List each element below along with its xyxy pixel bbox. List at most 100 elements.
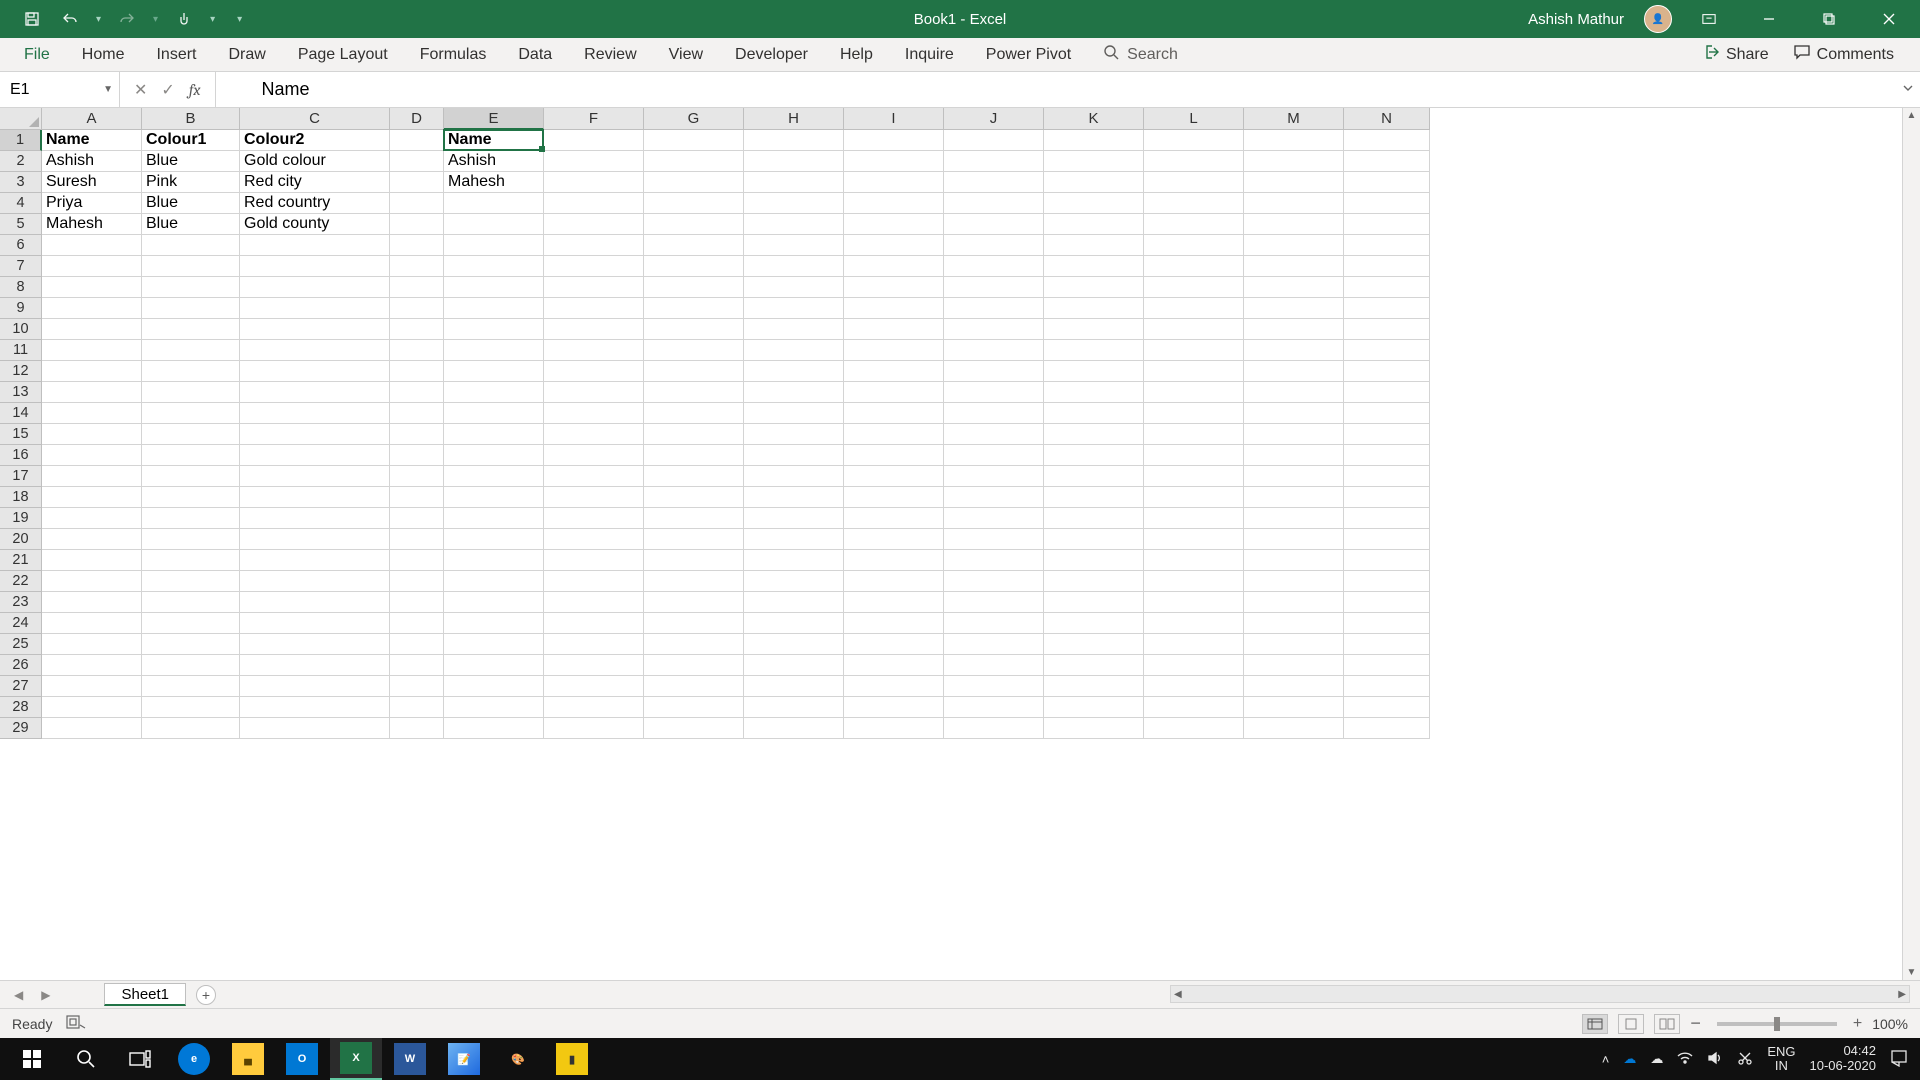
- cell-L9[interactable]: [1144, 298, 1244, 319]
- cell-C19[interactable]: [240, 508, 390, 529]
- cell-J2[interactable]: [944, 151, 1044, 172]
- cell-D21[interactable]: [390, 550, 444, 571]
- cell-E15[interactable]: [444, 424, 544, 445]
- cell-K10[interactable]: [1044, 319, 1144, 340]
- row-header[interactable]: 23: [0, 592, 42, 613]
- cell-M21[interactable]: [1244, 550, 1344, 571]
- cell-C15[interactable]: [240, 424, 390, 445]
- customize-qat-icon[interactable]: ▾: [237, 14, 242, 25]
- cell-A20[interactable]: [42, 529, 142, 550]
- cell-I5[interactable]: [844, 214, 944, 235]
- cell-K3[interactable]: [1044, 172, 1144, 193]
- cell-L23[interactable]: [1144, 592, 1244, 613]
- cell-L19[interactable]: [1144, 508, 1244, 529]
- scroll-down-icon[interactable]: ▼: [1907, 967, 1917, 978]
- cell-L3[interactable]: [1144, 172, 1244, 193]
- cell-D14[interactable]: [390, 403, 444, 424]
- cell-F15[interactable]: [544, 424, 644, 445]
- cell-C28[interactable]: [240, 697, 390, 718]
- cell-H7[interactable]: [744, 256, 844, 277]
- cell-G28[interactable]: [644, 697, 744, 718]
- cell-K9[interactable]: [1044, 298, 1144, 319]
- cell-C26[interactable]: [240, 655, 390, 676]
- vertical-scrollbar[interactable]: ▲ ▼: [1902, 108, 1920, 980]
- row-header[interactable]: 4: [0, 193, 42, 214]
- cell-I13[interactable]: [844, 382, 944, 403]
- cell-B29[interactable]: [142, 718, 240, 739]
- cell-J7[interactable]: [944, 256, 1044, 277]
- cell-H12[interactable]: [744, 361, 844, 382]
- cell-B12[interactable]: [142, 361, 240, 382]
- cell-G6[interactable]: [644, 235, 744, 256]
- cell-K8[interactable]: [1044, 277, 1144, 298]
- cell-J17[interactable]: [944, 466, 1044, 487]
- name-box[interactable]: E1 ▼: [0, 72, 120, 107]
- column-header[interactable]: C: [240, 108, 390, 130]
- cell-E26[interactable]: [444, 655, 544, 676]
- cell-I25[interactable]: [844, 634, 944, 655]
- cell-K25[interactable]: [1044, 634, 1144, 655]
- cell-N1[interactable]: [1344, 130, 1430, 151]
- cell-C10[interactable]: [240, 319, 390, 340]
- cell-I24[interactable]: [844, 613, 944, 634]
- cell-H4[interactable]: [744, 193, 844, 214]
- cell-M24[interactable]: [1244, 613, 1344, 634]
- cell-K14[interactable]: [1044, 403, 1144, 424]
- cell-M5[interactable]: [1244, 214, 1344, 235]
- row-header[interactable]: 2: [0, 151, 42, 172]
- cell-B8[interactable]: [142, 277, 240, 298]
- cell-G1[interactable]: [644, 130, 744, 151]
- cell-M17[interactable]: [1244, 466, 1344, 487]
- cell-I1[interactable]: [844, 130, 944, 151]
- cell-G18[interactable]: [644, 487, 744, 508]
- cell-A21[interactable]: [42, 550, 142, 571]
- cell-G14[interactable]: [644, 403, 744, 424]
- cell-D27[interactable]: [390, 676, 444, 697]
- ribbon-tab-help[interactable]: Help: [824, 38, 889, 71]
- cell-B21[interactable]: [142, 550, 240, 571]
- cell-J5[interactable]: [944, 214, 1044, 235]
- cell-N4[interactable]: [1344, 193, 1430, 214]
- cell-D6[interactable]: [390, 235, 444, 256]
- cell-F1[interactable]: [544, 130, 644, 151]
- column-header[interactable]: F: [544, 108, 644, 130]
- share-button[interactable]: Share: [1704, 44, 1769, 65]
- cell-H1[interactable]: [744, 130, 844, 151]
- cell-I29[interactable]: [844, 718, 944, 739]
- tray-chevron-icon[interactable]: ˄: [1602, 1052, 1610, 1067]
- weather-icon[interactable]: ☁: [1650, 1051, 1663, 1067]
- column-header[interactable]: B: [142, 108, 240, 130]
- cell-N26[interactable]: [1344, 655, 1430, 676]
- cell-F20[interactable]: [544, 529, 644, 550]
- cell-A24[interactable]: [42, 613, 142, 634]
- cell-N8[interactable]: [1344, 277, 1430, 298]
- cell-G20[interactable]: [644, 529, 744, 550]
- cell-D3[interactable]: [390, 172, 444, 193]
- cell-H17[interactable]: [744, 466, 844, 487]
- ribbon-tab-formulas[interactable]: Formulas: [404, 38, 503, 71]
- cell-F8[interactable]: [544, 277, 644, 298]
- cell-J14[interactable]: [944, 403, 1044, 424]
- minimize-icon[interactable]: [1746, 0, 1792, 38]
- row-header[interactable]: 28: [0, 697, 42, 718]
- cell-F21[interactable]: [544, 550, 644, 571]
- cell-M3[interactable]: [1244, 172, 1344, 193]
- cell-C17[interactable]: [240, 466, 390, 487]
- cell-C21[interactable]: [240, 550, 390, 571]
- cell-L1[interactable]: [1144, 130, 1244, 151]
- cell-N12[interactable]: [1344, 361, 1430, 382]
- cell-I18[interactable]: [844, 487, 944, 508]
- cell-M27[interactable]: [1244, 676, 1344, 697]
- cell-L5[interactable]: [1144, 214, 1244, 235]
- column-header[interactable]: A: [42, 108, 142, 130]
- cell-H22[interactable]: [744, 571, 844, 592]
- cell-J13[interactable]: [944, 382, 1044, 403]
- column-header[interactable]: N: [1344, 108, 1430, 130]
- notifications-icon[interactable]: [1890, 1049, 1908, 1070]
- cell-G17[interactable]: [644, 466, 744, 487]
- start-button[interactable]: [6, 1038, 58, 1080]
- cell-B4[interactable]: Blue: [142, 193, 240, 214]
- cell-L27[interactable]: [1144, 676, 1244, 697]
- cell-M9[interactable]: [1244, 298, 1344, 319]
- zoom-level[interactable]: 100%: [1872, 1016, 1908, 1032]
